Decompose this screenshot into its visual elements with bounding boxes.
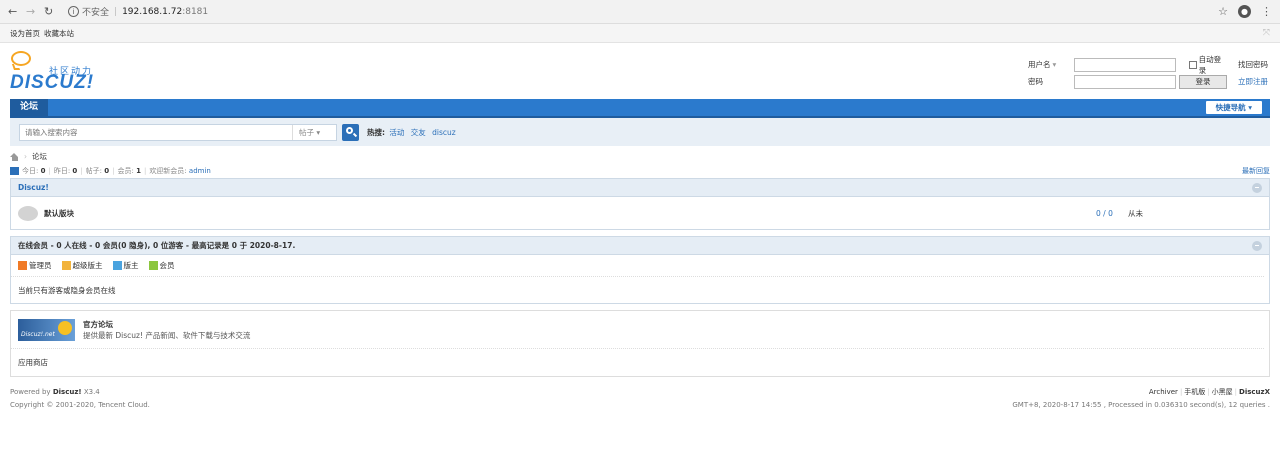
admin-user-icon [18,261,27,270]
hot-term-link[interactable]: 活动 [389,128,404,137]
discuz-banner-logo[interactable]: Discuz!.net [18,318,75,341]
home-icon[interactable] [10,152,19,161]
bookmark-link[interactable]: 收藏本站 [44,28,74,39]
url-host: 192.168.1.72 [122,6,183,17]
stats-chart-icon[interactable] [10,167,19,175]
forum-group: Discuz! 默认版块 0 / 0 从未 [10,178,1270,230]
hot-searches: 热搜: 活动 交友 discuz [367,127,460,138]
legend-mod: 版主 [112,260,139,271]
mod-user-icon [112,261,122,270]
legend-super-mod: 超级版主 [61,260,103,271]
legend-admin: 管理员 [18,260,52,271]
stat-today: 0 [40,167,46,175]
breadcrumb-forum[interactable]: 论坛 [32,151,47,162]
info-icon[interactable]: i [68,6,79,17]
search-icon [346,126,353,134]
blackroom-link[interactable]: 小黑屋 [1212,388,1233,396]
member-user-icon [148,261,158,270]
profile-avatar-icon[interactable]: ● [1238,5,1251,18]
stat-yesterday: 0 [72,167,78,175]
member-legend: 管理员 超级版主 版主 会员 [11,255,1264,277]
login-button[interactable]: 登录 [1179,74,1227,89]
forward-icon[interactable]: → [26,5,44,18]
password-input[interactable] [1074,74,1176,89]
search-bar: 帖子 ▾ 热搜: 活动 交友 discuz [10,118,1270,146]
online-title[interactable]: 在线会员 - 0 人在线 - 0 会员(0 隐身), 0 位游客 - 最高记录是… [18,240,295,251]
search-box: 帖子 ▾ [19,123,337,141]
register-link[interactable]: 立即注册 [1238,76,1268,87]
official-forum-link: Discuz!.net 官方论坛 提供最新 Discuz! 产品新闻、软件下载与… [11,311,1264,349]
auto-login-checkbox[interactable]: 自动登录 [1179,54,1227,76]
browser-toolbar: ← → ↻ i 不安全 | 192.168.1.72:8181 ☆ ● ⋮ [0,0,1280,24]
url-port: :8181 [182,6,209,17]
powered-brand-link[interactable]: Discuz! [53,388,82,396]
hot-term-link[interactable]: 交友 [411,128,426,137]
main-nav: 论坛 快捷导航 ▾ [10,98,1270,118]
forum-counts: 0 / 0 [1096,208,1113,218]
nav-tab-forum[interactable]: 论坛 [10,98,49,117]
app-store-link[interactable]: 应用商店 [11,349,1269,376]
forum-stats: 今日: 0 | 昨日: 0 | 帖子: 0 | 会员: 1 | 欢迎新会员: a… [10,164,1270,178]
official-forum-desc: 提供最新 Discuz! 产品新闻、软件下载与技术交流 [83,330,251,340]
stat-posts: 0 [104,167,110,175]
breadcrumb: › 论坛 [10,149,1270,164]
username-input[interactable] [1074,57,1176,72]
collapse-icon[interactable] [1252,182,1262,193]
site-footer: Powered by Discuz! X3.4 Copyright © 2001… [10,386,1270,412]
online-panel: 在线会员 - 0 人在线 - 0 会员(0 隐身), 0 位游客 - 最高记录是… [10,236,1270,304]
super-mod-user-icon [61,261,71,270]
address-bar[interactable]: i 不安全 | 192.168.1.72:8181 [68,5,208,18]
search-button[interactable] [342,123,359,141]
search-input[interactable] [20,124,292,140]
online-message: 当前只有游客或隐身会员在线 [18,285,116,295]
site-header: 社区动力 DISCUZ! 用户名 ▾ 自动登录 找回密码 密码 登录 立即注册 [0,43,1280,99]
processed-info: GMT+8, 2020-8-17 14:55 , Processed in 0.… [1012,401,1270,409]
star-icon[interactable]: ☆ [1218,5,1228,18]
mobile-link[interactable]: 手机版 [1184,388,1205,396]
forum-group-header: Discuz! [11,179,1269,197]
archiver-link[interactable]: Archiver [1149,388,1178,396]
logo-brand: DISCUZ! [10,72,95,93]
friend-links: Discuz!.net 官方论坛 提供最新 Discuz! 产品新闻、软件下载与… [10,310,1270,377]
login-form: 用户名 ▾ 自动登录 找回密码 密码 登录 立即注册 [1028,54,1268,90]
forum-name-link[interactable]: 默认版块 [44,208,74,219]
forum-bubble-icon [18,205,38,221]
address-separator: | [114,6,118,17]
discuz-logo[interactable]: 社区动力 DISCUZ! [10,49,110,93]
set-home-link[interactable]: 设为首页 [10,28,40,39]
back-icon[interactable]: ← [8,5,26,18]
copyright: Copyright © 2001-2020, Tencent Cloud. [10,401,150,409]
newest-member-link[interactable]: admin [189,167,211,175]
top-links-bar: 设为首页 收藏本站 ⤧ [0,24,1280,43]
search-type-select[interactable]: 帖子 ▾ [292,124,336,140]
hot-term-link[interactable]: discuz [432,128,456,137]
hot-label: 热搜: [367,127,385,137]
switch-width-icon[interactable]: ⤧ [1263,28,1270,38]
powered-by: Powered by Discuz! X3.4 [10,388,100,396]
username-label: 用户名 ▾ [1028,60,1057,69]
password-label: 密码 [1028,77,1043,86]
latest-reply-link[interactable]: 最新回复 [1242,166,1270,176]
forum-last-post: 从未 [1128,208,1143,218]
footer-links: Archiver | 手机版 | 小黑屋 | DiscuzX [1148,388,1270,396]
online-header: 在线会员 - 0 人在线 - 0 会员(0 隐身), 0 位游客 - 最高记录是… [11,237,1269,255]
security-label: 不安全 [82,8,110,18]
official-forum-title[interactable]: 官方论坛 [83,319,250,330]
breadcrumb-arrow: › [24,152,27,161]
forum-group-title[interactable]: Discuz! [18,183,49,192]
legend-member: 会员 [148,260,175,271]
collapse-icon[interactable] [1252,240,1262,251]
find-password-link[interactable]: 找回密码 [1238,59,1268,70]
stat-members: 1 [136,167,141,175]
quick-nav-button[interactable]: 快捷导航 ▾ [1205,101,1262,114]
forum-row: 默认版块 0 / 0 从未 [11,197,1269,229]
menu-dots-icon[interactable]: ⋮ [1261,5,1272,18]
reload-icon[interactable]: ↻ [44,5,62,18]
discuzx-link[interactable]: DiscuzX [1239,388,1270,396]
